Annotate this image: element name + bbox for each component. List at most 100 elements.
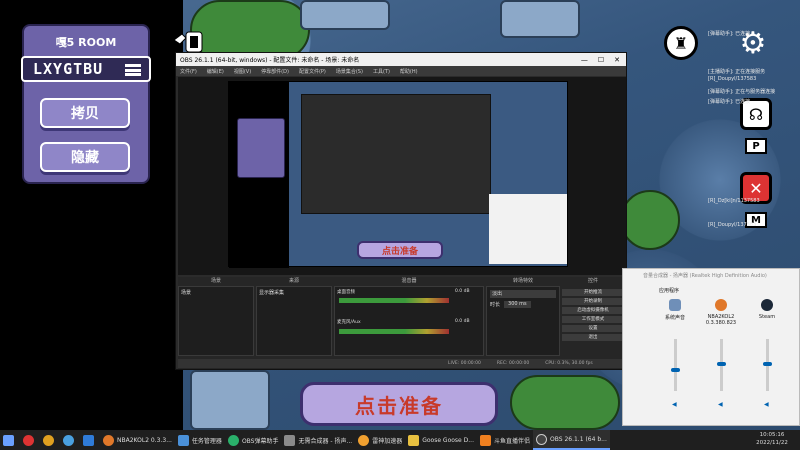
scenes-panel[interactable]: 场景 bbox=[178, 286, 254, 356]
nested-obs-window bbox=[301, 94, 491, 214]
room-title: 嘎5 ROOM bbox=[55, 36, 117, 49]
menu-scene-collection[interactable]: 场景集合(S) bbox=[336, 68, 363, 75]
desktop-db: 0.0 dB bbox=[455, 289, 470, 294]
transitions-header: 转场特效 bbox=[512, 278, 533, 284]
menu-help[interactable]: 帮助(H) bbox=[400, 68, 418, 75]
menu-file[interactable]: 文件(F) bbox=[180, 68, 197, 75]
taskbar-item[interactable]: 雷神加速器 bbox=[355, 430, 405, 450]
menu-icon[interactable] bbox=[125, 64, 141, 76]
room-code: LXYGTBU bbox=[33, 60, 104, 78]
pinned-icon[interactable] bbox=[20, 430, 40, 450]
room-code-box: LXYGTBU bbox=[21, 56, 151, 82]
speaker-icon[interactable]: ◀ bbox=[718, 401, 726, 408]
scenes-header: 场景 bbox=[210, 278, 221, 284]
copy-button[interactable]: 拷贝 bbox=[40, 98, 130, 128]
app-name: 系统声音 bbox=[664, 315, 685, 321]
start-icon[interactable] bbox=[0, 430, 20, 450]
pinned-icon[interactable] bbox=[40, 430, 60, 450]
taskbar-item[interactable]: NBA2KOL2 0.3.3... bbox=[100, 430, 175, 450]
slider-knob[interactable] bbox=[717, 362, 726, 367]
taskbar-item[interactable]: 斗鱼直播伴侣 bbox=[477, 430, 533, 450]
taskbar-clock[interactable]: 10:05:16 2022/11/22 bbox=[752, 431, 792, 447]
controls-header: 控件 bbox=[587, 278, 598, 284]
mixer-header: 混音器 bbox=[401, 278, 417, 284]
obs-title: OBS 26.1.1 (64-bit, windows) - 配置文件: 未命名… bbox=[180, 57, 360, 64]
sources-header: 来源 bbox=[288, 278, 299, 284]
grass-area bbox=[190, 0, 310, 60]
taskbar-item[interactable]: 无需合成器 - 扬声... bbox=[281, 430, 355, 450]
stone-wall bbox=[300, 0, 390, 30]
menu-edit[interactable]: 编辑(E) bbox=[207, 68, 224, 75]
audio-mixer-panel[interactable]: 桌面音频 0.0 dB 麦克风/Aux 0.0 dB bbox=[334, 286, 484, 356]
taskbar-item-label: 无需合成器 - 扬声... bbox=[298, 437, 353, 445]
obs-menubar: 文件(F) 编辑(E) 视图(V) 停靠部件(D) 配置文件(P) 场景集合(S… bbox=[176, 66, 626, 76]
basketball-icon bbox=[715, 299, 727, 311]
app-name: Steam bbox=[758, 314, 776, 320]
nested-room-card bbox=[237, 118, 285, 178]
ready-button[interactable]: 点击准备 bbox=[300, 382, 498, 426]
app-steam: Steam bbox=[749, 299, 785, 320]
slider-knob[interactable] bbox=[671, 367, 680, 372]
source-item[interactable]: 显示器采集 bbox=[257, 287, 331, 298]
menu-docks[interactable]: 停靠部件(D) bbox=[261, 68, 289, 75]
system-sounds-icon bbox=[669, 299, 681, 311]
clock-time: 10:05:16 bbox=[759, 432, 785, 438]
taskbar-item-label: NBA2KOL2 0.3.3... bbox=[117, 436, 172, 444]
minimize-icon[interactable]: — bbox=[581, 56, 588, 64]
taskbar: NBA2KOL2 0.3.3... 任务管理器 OBS弹幕助手 无需合成器 - … bbox=[0, 430, 800, 450]
sources-panel[interactable]: 显示器采集 bbox=[256, 286, 332, 356]
obs-window[interactable]: OBS 26.1.1 (64-bit, windows) - 配置文件: 未命名… bbox=[175, 52, 627, 370]
maximize-icon[interactable]: ☐ bbox=[598, 56, 604, 64]
volume-mixer-title: 音量合成器 - 扬声器 (Realtek High Definition Aud… bbox=[643, 273, 767, 279]
taskbar-item[interactable]: Goose Goose D... bbox=[405, 430, 477, 450]
mic-audio-label: 麦克风/Aux bbox=[337, 320, 361, 325]
log-line: [R]_Doupyl/137583 bbox=[708, 76, 757, 82]
exit-button[interactable]: 退出 bbox=[562, 334, 624, 341]
transition-select[interactable]: 淡出 bbox=[490, 290, 556, 298]
log-line: [弹幕助手]: 已连接 bbox=[708, 99, 751, 105]
slider-knob[interactable] bbox=[763, 362, 772, 367]
volume-slider[interactable] bbox=[717, 339, 726, 391]
speaker-icon[interactable]: ◀ bbox=[672, 401, 680, 408]
pinned-icon[interactable] bbox=[80, 430, 100, 450]
stone-floor bbox=[190, 370, 270, 430]
cpu-status: CPU: 0.3%, 30.00 fps bbox=[545, 361, 593, 366]
close-icon[interactable]: ✕ bbox=[614, 56, 620, 64]
rec-status: REC: 00:00:00 bbox=[496, 361, 530, 366]
taskbar-item-label: 雷神加速器 bbox=[372, 437, 403, 445]
virtual-camera-button[interactable]: 启动虚拟摄像机 bbox=[562, 307, 624, 314]
steam-icon bbox=[761, 299, 773, 311]
menu-view[interactable]: 视图(V) bbox=[234, 68, 251, 75]
duration-input[interactable]: 300 ms bbox=[504, 301, 531, 308]
taskbar-item[interactable]: 任务管理器 bbox=[175, 430, 225, 450]
apps-section-label: 应用程序 bbox=[659, 288, 680, 294]
pointer-hand-icon bbox=[173, 31, 203, 53]
menu-profile[interactable]: 配置文件(P) bbox=[299, 68, 326, 75]
settings-button[interactable]: 设置 bbox=[562, 325, 624, 332]
taskbar-item-label: 斗鱼直播伴侣 bbox=[493, 437, 530, 445]
taskbar-item[interactable]: OBS弹幕助手 bbox=[225, 430, 282, 450]
app-nba2kol2: NBA2KOL2 0.3.380.823 bbox=[703, 299, 739, 326]
speaker-icon[interactable]: ◀ bbox=[764, 401, 772, 408]
desktop-audio-meter bbox=[339, 298, 449, 303]
volume-mixer-window[interactable]: 音量合成器 - 扬声器 (Realtek High Definition Aud… bbox=[622, 268, 800, 426]
nested-ready-button: 点击准备 bbox=[357, 241, 443, 259]
taskbar-item[interactable]: OBS 26.1.1 (64 b... bbox=[533, 430, 610, 450]
pinned-icon[interactable] bbox=[60, 430, 80, 450]
lock-icon[interactable]: ♜ bbox=[664, 26, 698, 60]
clock-date: 2022/11/22 bbox=[756, 440, 788, 446]
studio-mode-button[interactable]: 工作室模式 bbox=[562, 316, 624, 323]
grass-area bbox=[620, 190, 680, 250]
start-recording-button[interactable]: 开始录制 bbox=[562, 298, 624, 305]
volume-slider[interactable] bbox=[763, 339, 772, 391]
volume-slider[interactable] bbox=[671, 339, 680, 391]
log-line: [弹幕助手]: 已连接 bbox=[708, 31, 751, 37]
start-streaming-button[interactable]: 开始推流 bbox=[562, 289, 624, 296]
transitions-panel[interactable]: 淡出 时长 300 ms bbox=[486, 286, 560, 356]
nested-preview bbox=[228, 81, 568, 268]
scene-item[interactable]: 场景 bbox=[179, 287, 253, 298]
menu-tools[interactable]: 工具(T) bbox=[373, 68, 390, 75]
hide-button[interactable]: 隐藏 bbox=[40, 142, 130, 172]
obs-titlebar[interactable]: OBS 26.1.1 (64-bit, windows) - 配置文件: 未命名… bbox=[176, 53, 626, 66]
taskbar-item-label: OBS弹幕助手 bbox=[241, 437, 279, 445]
